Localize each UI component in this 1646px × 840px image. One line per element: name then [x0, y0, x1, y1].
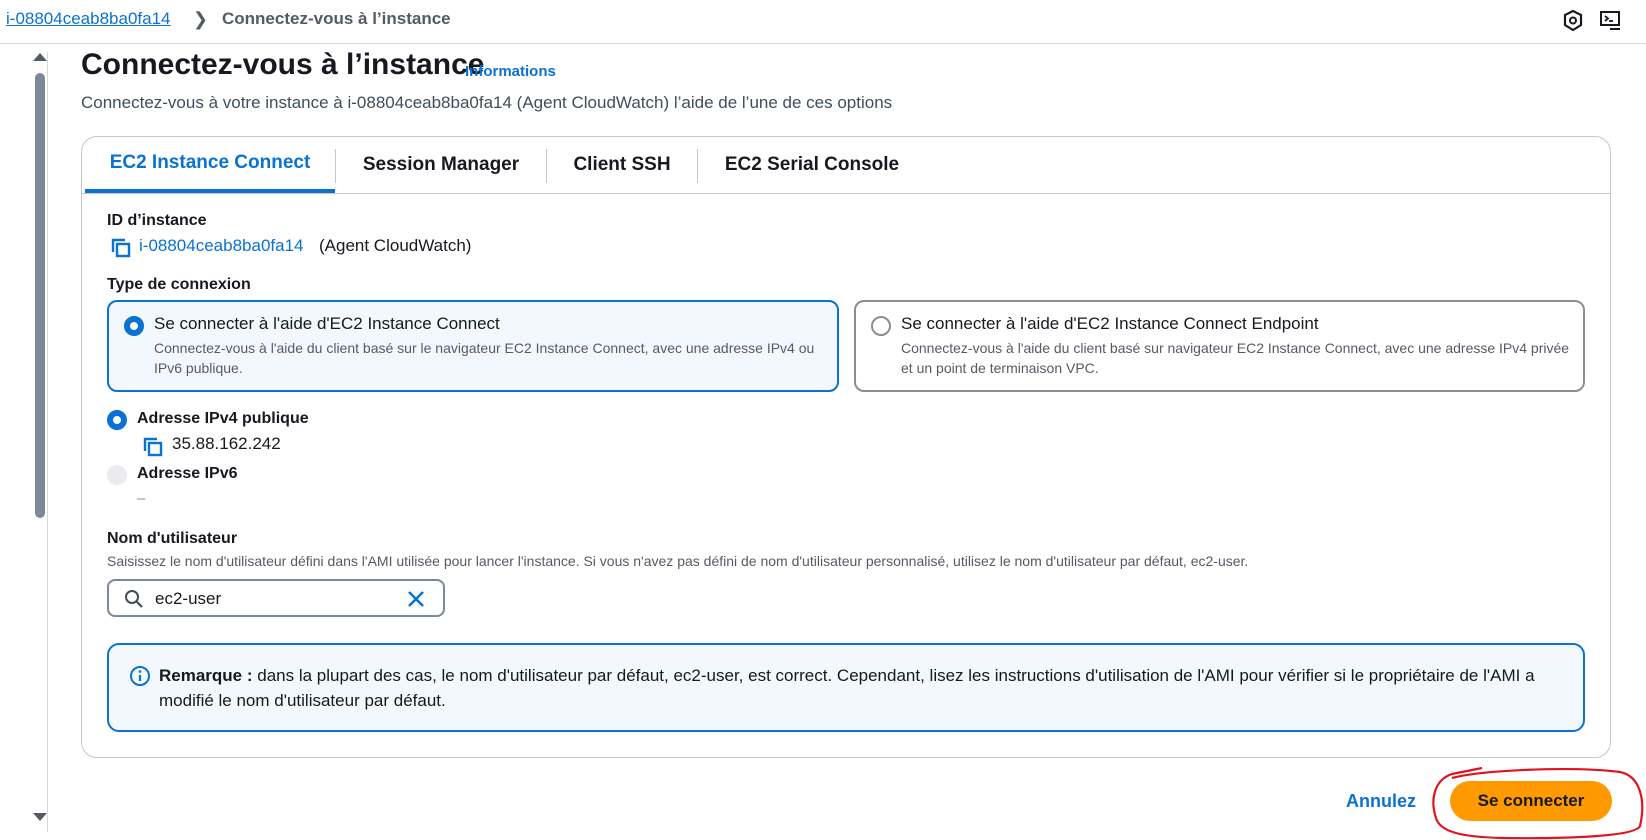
search-icon — [125, 590, 143, 608]
page-subtitle: Connectez-vous à votre instance à i-0880… — [81, 93, 893, 112]
tab-client-ssh[interactable]: Client SSH — [547, 137, 697, 193]
instance-id-link[interactable]: i-08804ceab8ba0fa14 — [139, 236, 303, 256]
radio-selected[interactable] — [124, 316, 144, 336]
option-description: Connectez-vous à l'aide du client basé s… — [154, 340, 815, 376]
option-title: Se connecter à l'aide d'EC2 Instance Con… — [901, 314, 1319, 333]
connect-button[interactable]: Se connecter — [1450, 781, 1612, 821]
alert-body: dans la plupart des cas, le nom d'utilis… — [159, 666, 1535, 710]
info-alert: Remarque : dans la plupart des cas, le n… — [107, 643, 1585, 732]
ipv6-value: – — [137, 490, 146, 507]
scroll-up-icon[interactable] — [33, 53, 47, 61]
tab-session-manager[interactable]: Session Manager — [336, 137, 546, 193]
breadcrumb-instance-link[interactable]: i-08804ceab8ba0fa14 — [6, 9, 170, 29]
cancel-button[interactable]: Annulez — [1346, 791, 1416, 812]
clear-icon[interactable] — [406, 589, 426, 609]
alert-strong: Remarque : — [159, 666, 253, 685]
option-ec2-instance-connect-endpoint[interactable]: Se connecter à l'aide d'EC2 Instance Con… — [854, 300, 1585, 392]
radio-ipv4[interactable] — [107, 410, 127, 430]
alert-text: Remarque : dans la plupart des cas, le n… — [159, 663, 1559, 713]
info-link[interactable]: Informations — [465, 63, 556, 80]
tab-ec2-instance-connect[interactable]: EC2 Instance Connect — [85, 137, 335, 193]
connection-type-label: Type de connexion — [107, 276, 251, 293]
username-label: Nom d'utilisateur — [107, 530, 238, 547]
tab-bar: EC2 Instance Connect Session Manager Cli… — [82, 137, 1610, 194]
security-shield-icon[interactable] — [1560, 8, 1586, 34]
ipv4-label: Adresse IPv4 publique — [137, 410, 309, 427]
option-description: Connectez-vous à l'aide du client basé s… — [901, 340, 1570, 376]
top-bar: i-08804ceab8ba0fa14 ❯ Connectez-vous à l… — [0, 0, 1646, 44]
ipv4-value: 35.88.162.242 — [172, 434, 281, 453]
radio-ipv6[interactable] — [107, 465, 127, 485]
breadcrumb-current: Connectez-vous à l’instance — [222, 9, 451, 28]
ipv6-label: Adresse IPv6 — [137, 465, 238, 482]
cloudshell-icon[interactable] — [1598, 8, 1624, 34]
instance-name: (Agent CloudWatch) — [319, 236, 472, 255]
page-title: Connectez-vous à l’instance — [81, 48, 485, 81]
info-icon — [130, 666, 150, 686]
username-hint: Saisissez le nom d'utilisateur défini da… — [107, 553, 1249, 569]
radio-unselected[interactable] — [871, 316, 891, 336]
tab-ec2-serial-console[interactable]: EC2 Serial Console — [698, 137, 926, 193]
chevron-right-icon: ❯ — [193, 9, 209, 29]
copy-icon[interactable] — [110, 237, 132, 259]
instance-id-label: ID d’instance — [107, 212, 207, 229]
scrollbar-thumb[interactable] — [35, 73, 45, 518]
copy-icon[interactable] — [142, 436, 164, 458]
username-input[interactable]: ec2-user — [107, 579, 445, 617]
scroll-down-icon[interactable] — [33, 813, 47, 821]
option-title: Se connecter à l'aide d'EC2 Instance Con… — [154, 314, 500, 333]
option-ec2-instance-connect[interactable]: Se connecter à l'aide d'EC2 Instance Con… — [107, 300, 839, 392]
username-value: ec2-user — [155, 589, 222, 608]
